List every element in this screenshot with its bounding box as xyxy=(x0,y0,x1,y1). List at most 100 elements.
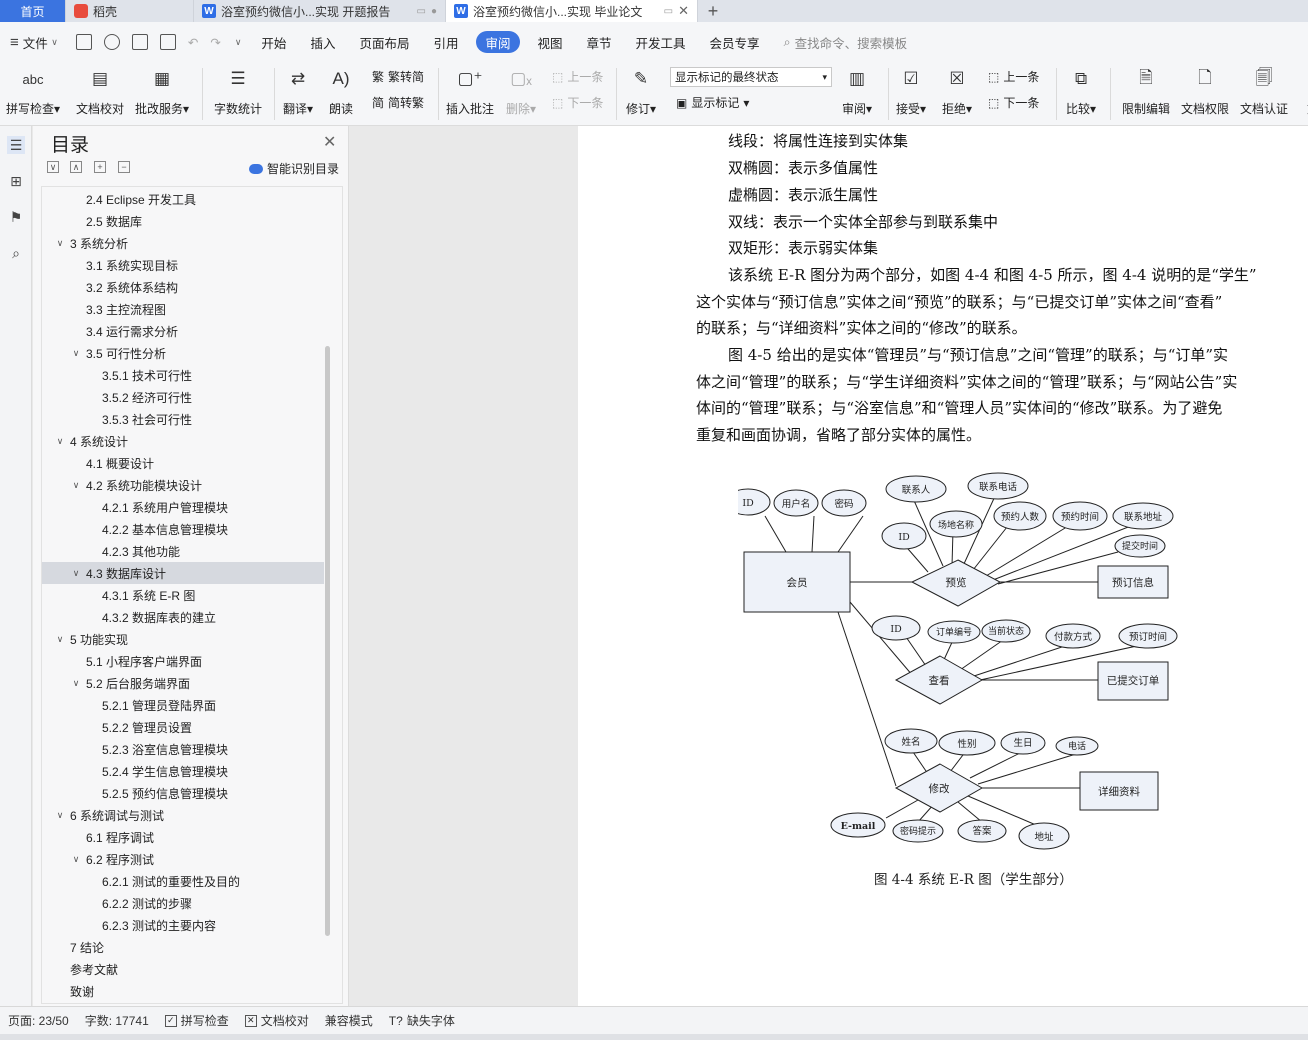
next-change-button[interactable]: ⬚ 下一条 xyxy=(988,94,1039,111)
menu-insert[interactable]: 插入 xyxy=(298,31,347,53)
toc-item[interactable]: 4.3.1 系统 E-R 图 xyxy=(42,584,324,606)
chevron-down-icon[interactable]: ∨ xyxy=(70,568,82,579)
more-ribbon-button[interactable]: 文 xyxy=(1300,66,1308,117)
smart-toc-button[interactable]: 智能识别目录 xyxy=(249,160,339,177)
show-markup-button[interactable]: ▣ 显示标记 ▾ xyxy=(676,94,749,111)
search-icon[interactable]: ⌕ xyxy=(7,244,25,262)
chevron-down-icon[interactable]: ∨ xyxy=(70,480,82,491)
track-changes-button[interactable]: ✎ 修订▾ xyxy=(626,66,656,117)
add-heading-icon[interactable]: + xyxy=(94,161,106,173)
toc-item[interactable]: 4.2.1 系统用户管理模块 xyxy=(42,496,324,518)
chevron-down-icon[interactable]: ∨ xyxy=(54,810,66,821)
toc-item[interactable]: ∨ 4.2 系统功能模块设计 xyxy=(42,474,324,496)
toc-item[interactable]: ∨ 6.2 程序测试 xyxy=(42,848,324,870)
word-count-indicator[interactable]: 字数: 17741 xyxy=(77,1012,157,1029)
toc-item[interactable]: ∨ 4.3 数据库设计 xyxy=(42,562,324,584)
word-count-button[interactable]: ☰ 字数统计 xyxy=(214,66,262,117)
toc-item[interactable]: 6.2.2 测试的步骤 xyxy=(42,892,324,914)
chevron-down-icon[interactable]: ∨ xyxy=(54,238,66,249)
toc-item[interactable]: 3.5.2 经济可行性 xyxy=(42,386,324,408)
tab-doc-thesis[interactable]: W 浴室预约微信小...实现 毕业论文 ▭ ✕ xyxy=(446,0,698,22)
toc-item[interactable]: 4.1 概要设计 xyxy=(42,452,324,474)
close-icon[interactable]: ✕ xyxy=(323,132,336,152)
markup-mode-select[interactable]: 显示标记的最终状态 ▾ xyxy=(670,67,832,87)
toc-item[interactable]: ∨ 3 系统分析 xyxy=(42,232,324,254)
toc-item[interactable]: 5.2.1 管理员登陆界面 xyxy=(42,694,324,716)
toc-item[interactable]: 3.4 运行需求分析 xyxy=(42,320,324,342)
toc-item[interactable]: 3.1 系统实现目标 xyxy=(42,254,324,276)
toc-item[interactable]: ∨ 4 系统设计 xyxy=(42,430,324,452)
chevron-down-icon[interactable]: ∨ xyxy=(54,436,66,447)
toc-item[interactable]: ∨ 3.5 可行性分析 xyxy=(42,342,324,364)
tab-doc-proposal[interactable]: W 浴室预约微信小...实现 开题报告 ▭ ● xyxy=(194,0,446,22)
chevron-down-icon[interactable]: ∨ xyxy=(54,634,66,645)
doc-permission-button[interactable]: 🗋 文档权限 xyxy=(1181,66,1229,117)
chevron-down-icon[interactable]: ∨ xyxy=(70,678,82,689)
menu-developer[interactable]: 开发工具 xyxy=(624,31,698,53)
tab-home[interactable]: 首页 xyxy=(0,0,66,22)
toc-item[interactable]: ∨ 5.2 后台服务端界面 xyxy=(42,672,324,694)
next-comment-button[interactable]: ⬚ 下一条 xyxy=(552,94,603,111)
print-preview-icon[interactable] xyxy=(159,34,176,50)
translate-button[interactable]: ⇄ 翻译▾ xyxy=(283,66,313,117)
toc-item[interactable]: 5.2.2 管理员设置 xyxy=(42,716,324,738)
chevron-down-icon[interactable]: ∨ xyxy=(70,348,82,359)
simp-to-trad-button[interactable]: 简简转繁 xyxy=(372,94,424,111)
remove-heading-icon[interactable]: − xyxy=(118,161,130,173)
toc-item[interactable]: 6.2.3 测试的主要内容 xyxy=(42,914,324,936)
doc-cert-button[interactable]: 🗐 文档认证 xyxy=(1240,66,1288,117)
menu-page-layout[interactable]: 页面布局 xyxy=(347,31,421,53)
save-icon[interactable] xyxy=(75,34,92,50)
compat-mode[interactable]: 兼容模式 xyxy=(317,1012,381,1029)
reject-button[interactable]: ☒ 拒绝▾ xyxy=(942,66,972,117)
toc-item[interactable]: ∨ 6 系统调试与测试 xyxy=(42,804,324,826)
new-tab-button[interactable]: + xyxy=(698,0,728,22)
delete-comment-button[interactable]: ▢ₓ 删除▾ xyxy=(506,66,536,117)
toc-item[interactable]: 6.2.1 测试的重要性及目的 xyxy=(42,870,324,892)
toc-item[interactable]: 2.4 Eclipse 开发工具 xyxy=(42,188,324,210)
toc-item[interactable]: 致谢 xyxy=(42,980,324,1002)
export-icon[interactable] xyxy=(103,34,120,50)
menu-file[interactable]: 文件 ∨ xyxy=(19,31,70,53)
collapse-all-icon[interactable]: ∨ xyxy=(47,161,59,173)
toc-item[interactable]: 3.5.1 技术可行性 xyxy=(42,364,324,386)
prev-change-button[interactable]: ⬚ 上一条 xyxy=(988,68,1039,85)
toc-item[interactable]: 7 结论 xyxy=(42,936,324,958)
toc-item[interactable]: 6.1 程序调试 xyxy=(42,826,324,848)
toc-item[interactable]: 5.2.3 浴室信息管理模块 xyxy=(42,738,324,760)
toc-item[interactable]: 4.2.3 其他功能 xyxy=(42,540,324,562)
toc-item[interactable]: 5.1 小程序客户端界面 xyxy=(42,650,324,672)
redo-icon[interactable]: ↷ xyxy=(210,35,220,50)
toc-panel-icon[interactable]: ☰ xyxy=(7,136,25,154)
menu-member[interactable]: 会员专享 xyxy=(698,31,772,53)
menu-start[interactable]: 开始 xyxy=(249,31,298,53)
insert-comment-button[interactable]: ▢⁺ 插入批注 xyxy=(446,66,494,117)
toc-item[interactable]: 4.3.2 数据库表的建立 xyxy=(42,606,324,628)
document-page[interactable]: 线段：将属性连接到实体集 双椭圆：表示多值属性 虚椭圆：表示派生属性 双线：表示一个实… xyxy=(578,126,1308,1006)
menu-references[interactable]: 引用 xyxy=(421,31,470,53)
menu-chapter[interactable]: 章节 xyxy=(575,31,624,53)
hamburger-icon[interactable]: ≡ xyxy=(10,34,19,51)
toc-item[interactable]: 3.2 系统体系结构 xyxy=(42,276,324,298)
missing-font[interactable]: T? 缺失字体 xyxy=(381,1012,463,1029)
chapter-nav-icon[interactable]: ⊞ xyxy=(7,172,25,190)
menu-view[interactable]: 视图 xyxy=(526,31,575,53)
toc-item[interactable]: ∨ 5 功能实现 xyxy=(42,628,324,650)
toc-item[interactable]: 2.5 数据库 xyxy=(42,210,324,232)
compare-button[interactable]: ⧉ 比较▾ xyxy=(1066,66,1096,117)
toc-item[interactable]: 参考文献 xyxy=(42,958,324,980)
close-tab-icon[interactable]: ✕ xyxy=(678,3,689,19)
bookmark-icon[interactable]: ⚑ xyxy=(7,208,25,226)
undo-icon[interactable]: ↶ xyxy=(188,35,198,50)
command-search[interactable]: ⌕ 查找命令、搜索模板 xyxy=(784,33,908,52)
restrict-edit-button[interactable]: 🗎 限制编辑 xyxy=(1122,66,1170,117)
accept-button[interactable]: ☑ 接受▾ xyxy=(896,66,926,117)
toc-item[interactable]: 5.2.5 预约信息管理模块 xyxy=(42,782,324,804)
prev-comment-button[interactable]: ⬚ 上一条 xyxy=(552,68,603,85)
tab-daoke[interactable]: 稻壳 xyxy=(66,0,194,22)
toc-item[interactable]: 3.3 主控流程图 xyxy=(42,298,324,320)
toc-scrollbar[interactable] xyxy=(325,346,330,936)
trad-to-simp-button[interactable]: 繁繁转简 xyxy=(372,68,424,85)
toc-item[interactable]: 4.2.2 基本信息管理模块 xyxy=(42,518,324,540)
read-aloud-button[interactable]: A) 朗读 xyxy=(328,66,354,117)
